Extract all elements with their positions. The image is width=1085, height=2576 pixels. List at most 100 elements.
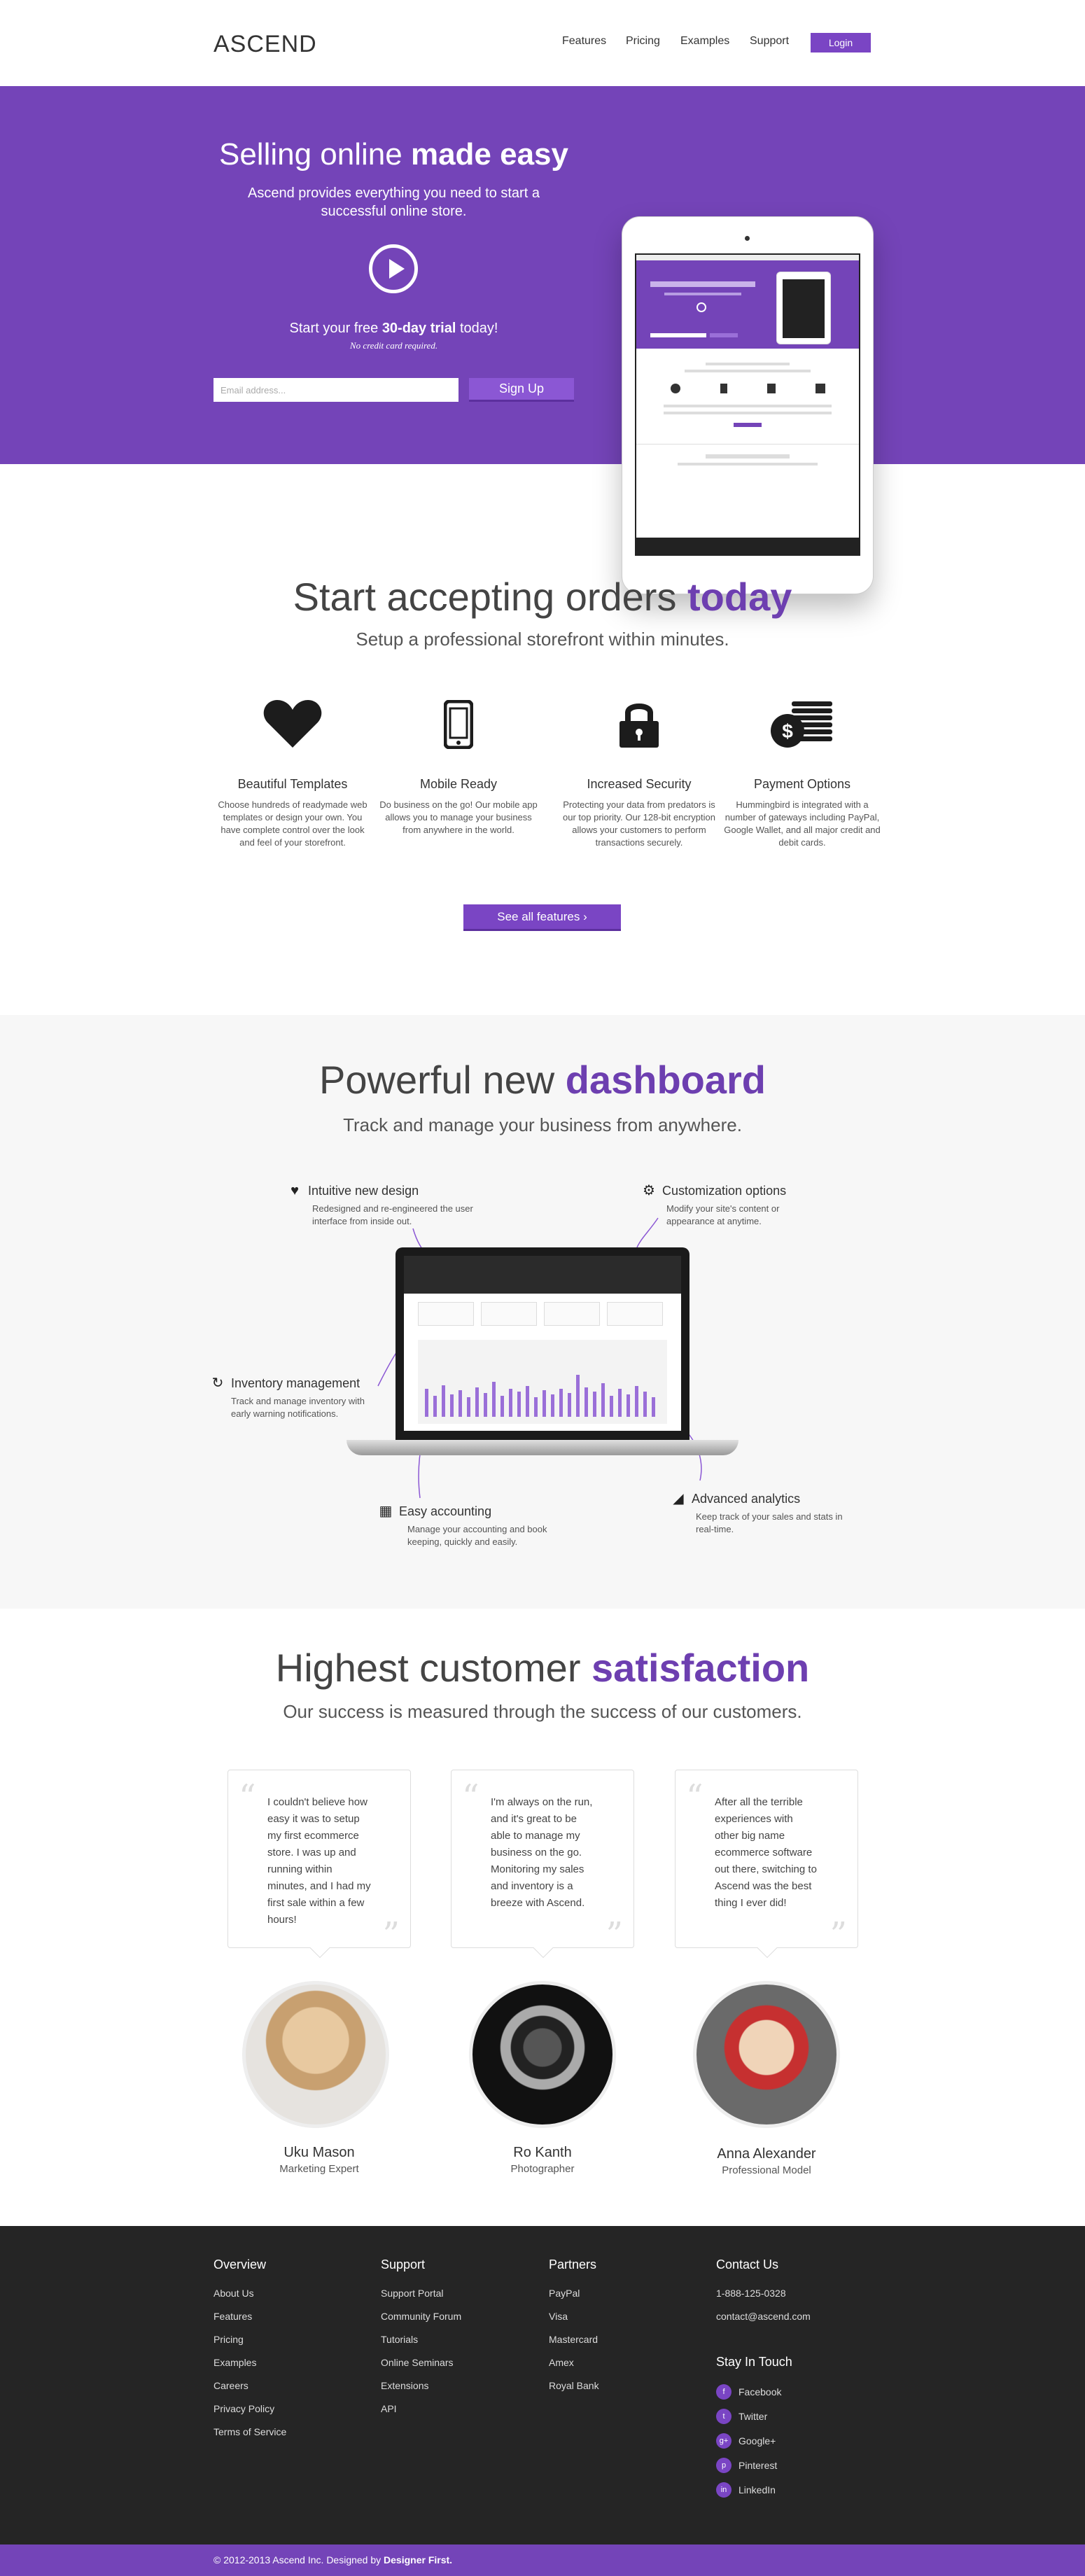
footer-link[interactable]: Extensions bbox=[381, 2380, 535, 2403]
testimonial-card: “ After all the terrible experiences wit… bbox=[675, 1770, 858, 1959]
footer-link[interactable]: Mastercard bbox=[549, 2334, 703, 2357]
callout-title: Inventory management bbox=[231, 1376, 360, 1390]
avatar bbox=[469, 1981, 616, 2128]
footer-heading: Partners bbox=[549, 2258, 597, 2272]
feature-text: Choose hundreds of readymade web templat… bbox=[218, 799, 368, 848]
social-link-twitter[interactable]: t Twitter bbox=[716, 2404, 870, 2428]
hero-subtitle: Ascend provides everything you need to s… bbox=[248, 186, 540, 219]
see-all-features-button[interactable]: See all features › bbox=[463, 904, 621, 931]
footer-column-overview: Overview About Us Features Pricing Examp… bbox=[214, 2258, 368, 2449]
footer-link[interactable]: Features bbox=[214, 2311, 368, 2334]
contact-email[interactable]: contact@ascend.com bbox=[716, 2311, 870, 2334]
calculator-icon: ▦ bbox=[379, 1504, 393, 1519]
trial-text: Start your free 30-day trial today! bbox=[289, 321, 498, 336]
avatar bbox=[693, 1981, 840, 2128]
avatar bbox=[242, 1981, 389, 2128]
tablet-camera bbox=[745, 236, 750, 241]
callout-title: Advanced analytics bbox=[692, 1491, 801, 1506]
callout-text: Manage your accounting and book keeping,… bbox=[407, 1524, 547, 1547]
footer-link[interactable]: Royal Bank bbox=[549, 2380, 703, 2403]
gear-icon: ⚙ bbox=[643, 1183, 655, 1198]
linkedin-icon: in bbox=[716, 2482, 732, 2498]
analytics-icon: ◢ bbox=[673, 1491, 684, 1506]
features-subtitle: Setup a professional storefront within m… bbox=[356, 629, 729, 650]
play-video-button[interactable] bbox=[369, 244, 418, 293]
footer-link[interactable]: PayPal bbox=[549, 2288, 703, 2311]
footer-link[interactable]: API bbox=[381, 2403, 535, 2426]
login-button[interactable]: Login bbox=[811, 33, 871, 52]
refresh-icon: ↻ bbox=[211, 1376, 224, 1391]
quote-open-icon: “ bbox=[462, 1777, 479, 1816]
footer-heading: Contact Us bbox=[716, 2258, 779, 2272]
nav-link-support[interactable]: Support bbox=[750, 35, 789, 48]
nav-link-examples[interactable]: Examples bbox=[680, 35, 729, 48]
dashboard-section: Powerful new dashboard Track and manage … bbox=[0, 1015, 1085, 1609]
feature-title: Mobile Ready bbox=[419, 777, 498, 791]
testimonials-title: Highest customer satisfaction bbox=[275, 1646, 810, 1690]
nav-link-features[interactable]: Features bbox=[562, 35, 606, 48]
social-link-googleplus[interactable]: g+ Google+ bbox=[716, 2428, 870, 2453]
footer-link[interactable]: Tutorials bbox=[381, 2334, 535, 2357]
copyright-bar: © 2012-2013 Ascend Inc. Designed by Desi… bbox=[0, 2544, 1085, 2576]
person-name: Ro Kanth bbox=[513, 2145, 572, 2160]
footer-link[interactable]: About Us bbox=[214, 2288, 368, 2311]
social-link-facebook[interactable]: f Facebook bbox=[716, 2379, 870, 2404]
callout-accounting: ▦ Easy accounting Manage your accounting … bbox=[378, 1504, 574, 1548]
footer-column-partners: Partners PayPal Visa Mastercard Amex Roy… bbox=[549, 2258, 703, 2403]
nav-link-pricing[interactable]: Pricing bbox=[626, 35, 660, 48]
mobile-icon bbox=[378, 700, 539, 749]
testimonial-card: “ I'm always on the run, and it's great … bbox=[451, 1770, 634, 1959]
testimonials-subtitle: Our success is measured through the succ… bbox=[283, 1701, 802, 1722]
hero-section: Selling online made easy Ascend provides… bbox=[0, 86, 1085, 594]
callout-analytics: ◢ Advanced analytics Keep track of your s… bbox=[671, 1491, 867, 1536]
signup-button[interactable]: Sign Up bbox=[469, 378, 574, 402]
footer-link[interactable]: Community Forum bbox=[381, 2311, 535, 2334]
tablet-mockup-image bbox=[622, 216, 874, 594]
footer-link[interactable]: Support Portal bbox=[381, 2288, 535, 2311]
googleplus-icon: g+ bbox=[716, 2432, 732, 2449]
footer-link[interactable]: Visa bbox=[549, 2311, 703, 2334]
footer-link[interactable]: Amex bbox=[549, 2357, 703, 2380]
footer-link[interactable]: Online Seminars bbox=[381, 2357, 535, 2380]
pinterest-icon: p bbox=[716, 2457, 732, 2473]
feature-text: Hummingbird is integrated with a number … bbox=[724, 799, 881, 848]
quote-close-icon: ” bbox=[830, 1915, 847, 1954]
callout-title: Easy accounting bbox=[399, 1504, 492, 1518]
laptop-dashboard-mockup-image bbox=[346, 1247, 738, 1457]
feature-title: Payment Options bbox=[753, 777, 851, 791]
footer-link[interactable]: Privacy Policy bbox=[214, 2403, 368, 2426]
play-icon bbox=[389, 259, 405, 279]
callout-intuitive-design: ♥ Intuitive new design Redesigned and re-… bbox=[287, 1183, 483, 1228]
callout-title: Intuitive new design bbox=[308, 1183, 419, 1198]
testimonial-quote: After all the terrible experiences with … bbox=[715, 1796, 817, 1909]
social-link-linkedin[interactable]: in LinkedIn bbox=[716, 2477, 870, 2502]
feature-beautiful-templates: Beautiful Templates Choose hundreds of r… bbox=[212, 700, 373, 849]
top-navbar: ASCEND Features Pricing Examples Support… bbox=[0, 0, 1085, 86]
feature-mobile-ready: Mobile Ready Do business on the go! Our … bbox=[378, 700, 539, 836]
footer-heading: Stay In Touch bbox=[716, 2355, 792, 2369]
designer-link[interactable]: Designer First. bbox=[384, 2554, 452, 2566]
contact-phone[interactable]: 1-888-125-0328 bbox=[716, 2288, 870, 2311]
twitter-icon: t bbox=[716, 2408, 732, 2424]
quote-close-icon: ” bbox=[382, 1915, 400, 1954]
footer-heading: Overview bbox=[214, 2258, 267, 2272]
email-input[interactable] bbox=[214, 378, 458, 402]
quote-open-icon: “ bbox=[239, 1777, 256, 1816]
tablet-screen-preview bbox=[635, 253, 860, 556]
heart-icon: ♥ bbox=[290, 1183, 299, 1198]
callout-text: Redesigned and re-engineered the user in… bbox=[312, 1203, 473, 1226]
footer-link[interactable]: Careers bbox=[214, 2380, 368, 2403]
person-role: Marketing Expert bbox=[279, 2163, 359, 2175]
footer-link[interactable]: Pricing bbox=[214, 2334, 368, 2357]
feature-title: Increased Security bbox=[587, 777, 692, 791]
quote-close-icon: ” bbox=[606, 1915, 623, 1954]
ascend-logo[interactable]: ASCEND bbox=[214, 31, 317, 58]
footer: Overview About Us Features Pricing Examp… bbox=[0, 2226, 1085, 2544]
footer-link[interactable]: Terms of Service bbox=[214, 2426, 368, 2449]
footer-link[interactable]: Examples bbox=[214, 2357, 368, 2380]
person-name: Uku Mason bbox=[284, 2145, 355, 2160]
social-link-pinterest[interactable]: p Pinterest bbox=[716, 2453, 870, 2477]
person-role: Professional Model bbox=[722, 2164, 811, 2176]
callout-text: Keep track of your sales and stats in re… bbox=[696, 1511, 843, 1534]
lock-icon bbox=[559, 700, 720, 749]
